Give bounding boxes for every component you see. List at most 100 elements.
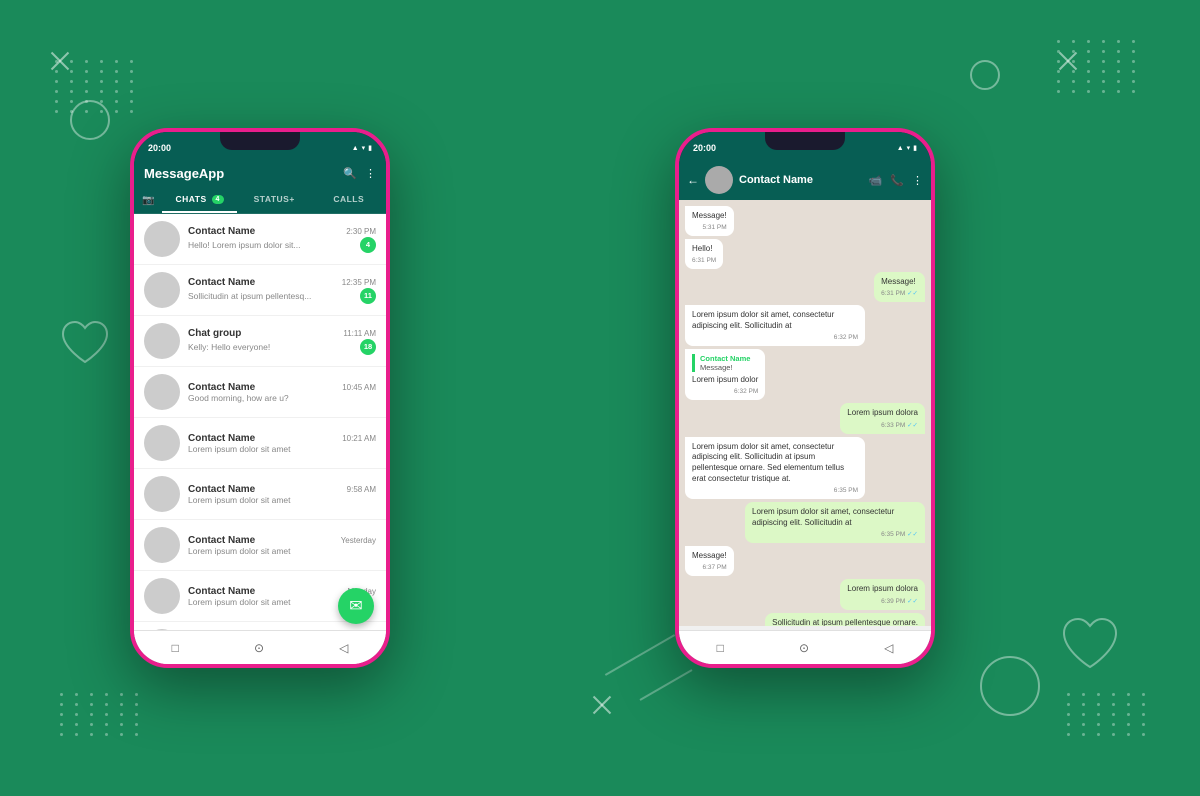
phone1-time: 20:00	[148, 143, 171, 153]
dot-grid-topright: const dg2 = document.currentScript.paren…	[1057, 40, 1140, 93]
chat-preview: Lorem ipsum dolor sit amet	[188, 597, 291, 607]
phone2-call-icon[interactable]: 📞	[890, 174, 904, 187]
chat-preview: Good morning, how are u?	[188, 393, 289, 403]
message-text: Lorem ipsum dolor sit amet, consectetur …	[692, 442, 858, 485]
message-bubble: Contact NameMessage!Lorem ipsum dolor6:3…	[685, 349, 765, 400]
unread-badge: 4	[360, 237, 376, 253]
phone2-wrapper: 20:00 ▲ ▾ ▮ ← Contact Name 📹 📞 ⋮	[675, 128, 935, 668]
chat-avatar	[144, 221, 180, 257]
chat-avatar	[144, 374, 180, 410]
message-tick: ✓✓	[907, 290, 918, 297]
chat-time: 12:35 PM	[342, 278, 376, 287]
phone1-signal: ▲	[352, 145, 359, 152]
phone2-back-button[interactable]: ←	[687, 173, 699, 187]
message-text: Message!	[692, 211, 727, 222]
message-bubble: Lorem ipsum dolora 6:33 PM ✓✓	[840, 403, 925, 434]
message-time: 6:35 PM ✓✓	[752, 530, 918, 538]
phone2-battery: ▮	[913, 144, 917, 152]
nav2-square-icon[interactable]: □	[717, 641, 724, 655]
chat-name: Chat group	[188, 328, 241, 339]
phone1-wifi: ▾	[362, 144, 366, 152]
chat-list-item[interactable]: Contact Name2:30 PMHello! Lorem ipsum do…	[134, 214, 386, 265]
decoration-circle-4	[980, 656, 1040, 716]
chat-info: Chat group 11:11 AM Kelly: Hello everyone!…	[188, 328, 376, 355]
chat-preview: Lorem ipsum dolor sit amet	[188, 444, 291, 454]
chat-time: 10:45 AM	[342, 383, 376, 392]
decoration-circle-3	[970, 60, 1000, 90]
chat-name: Contact Name	[188, 226, 255, 237]
chat-name: Contact Name	[188, 535, 255, 546]
message-time: 6:32 PM	[692, 334, 858, 341]
decoration-heart-right	[1060, 617, 1120, 676]
unread-badge: 18	[360, 339, 376, 355]
phone1-status-icons: ▲ ▾ ▮	[352, 144, 372, 152]
phone1-search-icon[interactable]: 🔍	[343, 167, 357, 180]
chat-time: Yesterday	[341, 536, 376, 545]
chat-preview: Sollicitudin at ipsum pellentesq...	[188, 291, 311, 301]
chat-list-item[interactable]: Contact Name 12:35 PM Sollicitudin at ipsu…	[134, 265, 386, 316]
chat-list-item[interactable]: Chat group 11:11 AM Kelly: Hello everyone!…	[134, 316, 386, 367]
phone1-chats-badge: 4	[212, 195, 224, 204]
phone1-calls-tab[interactable]: CALLS	[311, 187, 386, 213]
dot-grid-topleft: const dg1 = document.currentScript.paren…	[55, 60, 138, 113]
chat-time: 11:11 AM	[343, 329, 376, 338]
message-bubble: Lorem ipsum dolor sit amet, consectetur …	[685, 305, 865, 346]
chat-preview: Hello! Lorem ipsum dolor sit...	[188, 240, 300, 250]
chat-name: Contact Name	[188, 277, 255, 288]
message-text: Lorem ipsum dolor sit amet, consectetur …	[692, 310, 858, 332]
message-text: Lorem ipsum dolor	[692, 375, 758, 386]
chat-avatar	[144, 425, 180, 461]
decoration-line-1	[605, 634, 675, 676]
phone2-contact-avatar	[705, 166, 733, 194]
nav-back-icon[interactable]: ◁	[339, 641, 348, 655]
message-time: 6:37 PM	[692, 564, 727, 571]
nav2-back-icon[interactable]: ◁	[884, 641, 893, 655]
message-text: Message!	[692, 551, 727, 562]
chat-preview: Kelly: Hello everyone!	[188, 342, 270, 352]
phone2-notch	[765, 132, 845, 150]
chat-list-item[interactable]: Contact Name10:21 AMLorem ipsum dolor si…	[134, 418, 386, 469]
message-time: 6:39 PM ✓✓	[847, 597, 918, 605]
phone1-wrapper: 20:00 ▲ ▾ ▮ MessageApp 🔍 ⋮ 📷 CHAT	[130, 128, 390, 668]
phone1-fab[interactable]: ✉	[338, 588, 374, 624]
message-text: Sollicitudin at ipsum pellentesque ornar…	[772, 618, 918, 626]
phone1-chats-tab[interactable]: CHATS 4	[162, 187, 237, 213]
phone2-status-icons: ▲ ▾ ▮	[897, 144, 917, 152]
phone1-camera-tab[interactable]: 📷	[134, 189, 162, 212]
message-bubble: Lorem ipsum dolora6:39 PM ✓✓	[840, 579, 925, 610]
chat-avatar	[144, 323, 180, 359]
nav-square-icon[interactable]: □	[172, 641, 179, 655]
phone2-bottom-nav: □ ⊙ ◁	[679, 630, 931, 664]
quoted-text: Message!	[700, 363, 758, 372]
decoration-heart-left	[60, 320, 110, 371]
chat-avatar	[144, 476, 180, 512]
chat-info: Contact Name2:30 PMHello! Lorem ipsum do…	[188, 226, 376, 253]
chat-list-item[interactable]: Contact Name10:45 AMGood morning, how ar…	[134, 367, 386, 418]
phone1-status-tab[interactable]: STATUS+	[237, 187, 312, 213]
message-text: Lorem ipsum dolora	[847, 408, 918, 419]
chat-list-item[interactable]: Contact NameYesterdayLorem ipsum dolor s…	[134, 520, 386, 571]
phone1-app-title: MessageApp	[144, 166, 224, 181]
message-time: 6:35 PM	[692, 487, 858, 494]
phone1-menu-icon[interactable]: ⋮	[365, 167, 376, 180]
phone2-action-icons: 📹 📞 ⋮	[869, 174, 923, 187]
phone1-notch	[220, 132, 300, 150]
phone1-battery: ▮	[368, 144, 372, 152]
chat-avatar	[144, 578, 180, 614]
chat-info: Contact Name10:45 AMGood morning, how ar…	[188, 382, 376, 403]
nav-home-icon[interactable]: ⊙	[254, 641, 264, 655]
phone2-menu-icon[interactable]: ⋮	[912, 174, 923, 187]
chat-list-item[interactable]: Contact Name9:58 AMLorem ipsum dolor sit…	[134, 469, 386, 520]
phone1-tabs-bar: 📷 CHATS 4 STATUS+ CALLS	[134, 187, 386, 214]
message-time: 6:33 PM ✓✓	[847, 421, 918, 429]
chat-info: Contact NameYesterdayLorem ipsum dolor s…	[188, 535, 376, 556]
phone2-video-icon[interactable]: 📹	[869, 174, 883, 187]
chat-name: Contact Name	[188, 433, 255, 444]
nav2-home-icon[interactable]: ⊙	[799, 641, 809, 655]
phone1-header-icons: 🔍 ⋮	[343, 167, 376, 180]
chat-preview: Lorem ipsum dolor sit amet	[188, 495, 291, 505]
message-text: Hello!	[692, 244, 716, 255]
message-time: 5:31 PM	[692, 224, 727, 231]
phone2-contact-name: Contact Name	[739, 174, 863, 186]
message-time: 6:31 PM ✓✓	[881, 289, 918, 297]
